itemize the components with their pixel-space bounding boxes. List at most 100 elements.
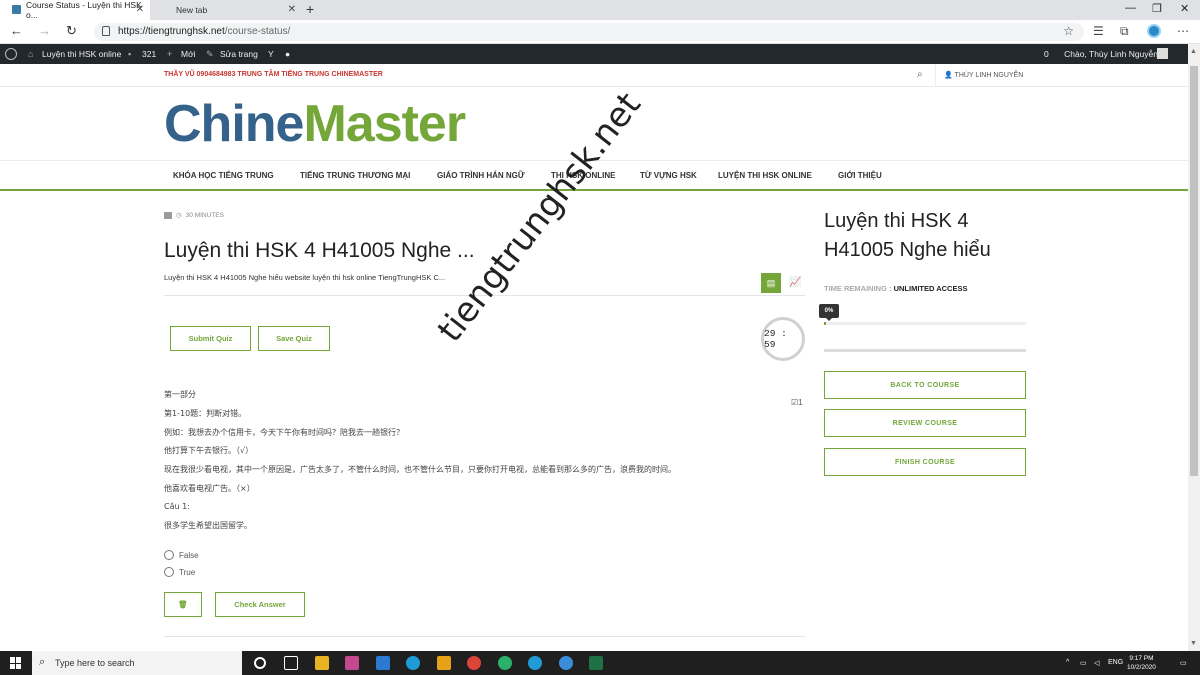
user-account-link[interactable]: 👤 THÙY LINH NGUYỄN bbox=[944, 71, 1023, 79]
windows-start-icon[interactable] bbox=[10, 657, 22, 669]
volume-icon[interactable]: ◁ bbox=[1094, 659, 1099, 667]
browser-tabbar: Course Status - Luyện thi HSK o... ✕ New… bbox=[0, 0, 1200, 20]
option-true[interactable]: True bbox=[164, 567, 195, 577]
radio-button[interactable] bbox=[164, 567, 174, 577]
comment-icon: ▪ bbox=[128, 49, 132, 59]
task-view-icon[interactable] bbox=[284, 656, 298, 670]
save-quiz-button[interactable]: Save Quiz bbox=[258, 326, 330, 351]
clock-icon: ◷ bbox=[176, 212, 182, 219]
app-icon[interactable] bbox=[345, 656, 359, 670]
progress-fill bbox=[824, 322, 827, 325]
edge-icon[interactable] bbox=[406, 656, 420, 670]
scroll-up-icon[interactable]: ▲ bbox=[1190, 48, 1197, 55]
divider bbox=[935, 64, 936, 87]
profile-avatar[interactable] bbox=[1147, 24, 1161, 38]
language-indicator[interactable]: ENG bbox=[1108, 659, 1123, 666]
back-to-course-button[interactable]: BACK TO COURSE bbox=[824, 371, 1026, 399]
url-input[interactable]: https://tiengtrunghsk.net/course-status/… bbox=[94, 23, 1084, 41]
store-icon[interactable] bbox=[315, 656, 329, 670]
checked-count-value: 1 bbox=[798, 398, 803, 407]
site-logo[interactable]: ChineMaster bbox=[164, 96, 466, 152]
course-progress-bar bbox=[824, 322, 1026, 325]
wp-comments-link[interactable]: ▪ 321 bbox=[128, 49, 156, 59]
notification-center-icon[interactable]: ▭ bbox=[1180, 659, 1187, 667]
wp-new-link[interactable]: + Mới bbox=[167, 49, 196, 59]
avatar[interactable] bbox=[1157, 48, 1168, 59]
nav-item-thuong-mai[interactable]: TIẾNG TRUNG THƯƠNG MẠI bbox=[300, 171, 410, 180]
nav-item-khoa-hoc[interactable]: KHÓA HỌC TIẾNG TRUNG bbox=[173, 171, 274, 180]
tab-label: Course Status - Luyện thi HSK o... bbox=[26, 0, 142, 20]
minimize-icon[interactable]: — bbox=[1125, 2, 1136, 14]
chart-icon[interactable]: 📈 bbox=[789, 277, 801, 288]
close-tab-icon[interactable]: ✕ bbox=[136, 4, 144, 15]
hotline-text: THẦY VŨ 0904684983 TRUNG TÂM TIẾNG TRUNG… bbox=[164, 71, 383, 78]
tab-course-status[interactable]: Course Status - Luyện thi HSK o... ✕ bbox=[0, 0, 150, 20]
status-dot-icon[interactable]: ● bbox=[285, 49, 290, 59]
tab-new-tab[interactable]: New tab ✕ bbox=[152, 0, 302, 20]
scroll-down-icon[interactable]: ▼ bbox=[1190, 640, 1197, 647]
divider bbox=[164, 636, 805, 637]
quiz-meta: ◷ 30 MINUTES bbox=[164, 211, 224, 219]
time-remaining: TIME REMAINING : UNLIMITED ACCESS bbox=[824, 284, 967, 293]
wp-admin-bar: ⌂ Luyện thi HSK online ▪ 321 + Mới ✎ Sửa… bbox=[0, 44, 1188, 64]
option-label: True bbox=[179, 567, 196, 577]
print-icon[interactable] bbox=[164, 211, 172, 219]
tray-chevron-icon[interactable]: ^ bbox=[1066, 659, 1069, 666]
quiz-content-icon[interactable]: ▤ bbox=[761, 273, 781, 293]
favorite-star-icon[interactable]: ☆ bbox=[1063, 24, 1074, 38]
clear-answer-button[interactable]: 🗑 bbox=[164, 592, 202, 617]
back-icon[interactable]: ← bbox=[10, 23, 23, 38]
pencil-icon: ✎ bbox=[206, 49, 214, 59]
new-tab-icon[interactable]: + bbox=[306, 1, 314, 17]
lock-icon bbox=[102, 26, 110, 36]
close-window-icon[interactable]: ✕ bbox=[1180, 2, 1189, 15]
forward-icon[interactable]: → bbox=[38, 23, 51, 38]
taskbar-clock[interactable]: 9:17 PM 10/2/2020 bbox=[1127, 654, 1156, 672]
site-favicon-icon bbox=[12, 5, 21, 14]
option-false[interactable]: False bbox=[164, 550, 199, 560]
file-explorer-icon[interactable] bbox=[437, 656, 451, 670]
nav-item-tu-vung[interactable]: TỪ VỰNG HSK bbox=[640, 171, 697, 180]
nav-item-luyen-thi[interactable]: LUYỆN THI HSK ONLINE bbox=[718, 171, 812, 180]
question-number: Câu 1: bbox=[164, 502, 190, 511]
progress-badge: 0% bbox=[819, 304, 839, 318]
yoast-seo-icon[interactable]: Y bbox=[268, 49, 274, 59]
edge-active-icon[interactable] bbox=[559, 656, 573, 670]
wp-greeting[interactable]: Chào, Thùy Linh Nguyễn bbox=[1064, 49, 1158, 59]
taskbar-search[interactable]: ⌕ Type here to search bbox=[32, 651, 242, 675]
clock-date: 10/2/2020 bbox=[1127, 664, 1156, 671]
wp-site-link[interactable]: ⌂ Luyện thi HSK online bbox=[28, 49, 121, 59]
check-answer-button[interactable]: Check Answer bbox=[215, 592, 305, 617]
address-bar-row: ← → ↻ https://tiengtrunghsk.net/course-s… bbox=[0, 20, 1200, 44]
cortana-icon[interactable] bbox=[254, 657, 266, 669]
edge-beta-icon[interactable] bbox=[498, 656, 512, 670]
chrome-icon[interactable] bbox=[467, 656, 481, 670]
edge-dev-icon[interactable] bbox=[528, 656, 542, 670]
question-text: 现在我很少看电视，其中一个原因是，广告太多了，不管什么时间，也不管什么节目，只要… bbox=[164, 465, 676, 474]
network-icon[interactable]: ▭ bbox=[1080, 659, 1087, 667]
notification-badge[interactable]: 0 bbox=[1044, 49, 1049, 59]
reload-icon[interactable]: ↻ bbox=[66, 23, 77, 39]
submit-quiz-button[interactable]: Submit Quiz bbox=[170, 326, 251, 351]
top-info-strip: THẦY VŨ 0904684983 TRUNG TÂM TIẾNG TRUNG… bbox=[0, 64, 1188, 87]
nav-item-gioi-thieu[interactable]: GIỚI THIỆU bbox=[838, 171, 882, 180]
wordpress-icon[interactable] bbox=[5, 48, 17, 60]
finish-course-button[interactable]: FINISH COURSE bbox=[824, 448, 1026, 476]
more-menu-icon[interactable]: ⋯ bbox=[1177, 24, 1189, 38]
mail-icon[interactable] bbox=[376, 656, 390, 670]
scroll-thumb[interactable] bbox=[1190, 66, 1198, 476]
quiz-duration: 30 MINUTES bbox=[185, 211, 224, 219]
radio-button[interactable] bbox=[164, 550, 174, 560]
excel-icon[interactable] bbox=[589, 656, 603, 670]
close-tab-icon[interactable]: ✕ bbox=[288, 4, 296, 15]
search-icon[interactable]: ⌕ bbox=[917, 69, 923, 80]
wp-edit-link[interactable]: ✎ Sửa trang bbox=[206, 49, 258, 59]
option-label: False bbox=[179, 550, 199, 560]
quiz-title: Luyện thi HSK 4 H41005 Nghe ... bbox=[164, 239, 475, 262]
collections-icon[interactable]: ⧉ bbox=[1120, 24, 1129, 39]
restore-icon[interactable]: ❐ bbox=[1152, 2, 1162, 15]
favorites-icon[interactable]: ☰ bbox=[1093, 24, 1104, 38]
nav-item-giao-trinh[interactable]: GIÁO TRÌNH HÁN NGỮ bbox=[437, 171, 525, 180]
page-scrollbar[interactable]: ▲ ▼ bbox=[1188, 44, 1200, 651]
review-course-button[interactable]: REVIEW COURSE bbox=[824, 409, 1026, 437]
